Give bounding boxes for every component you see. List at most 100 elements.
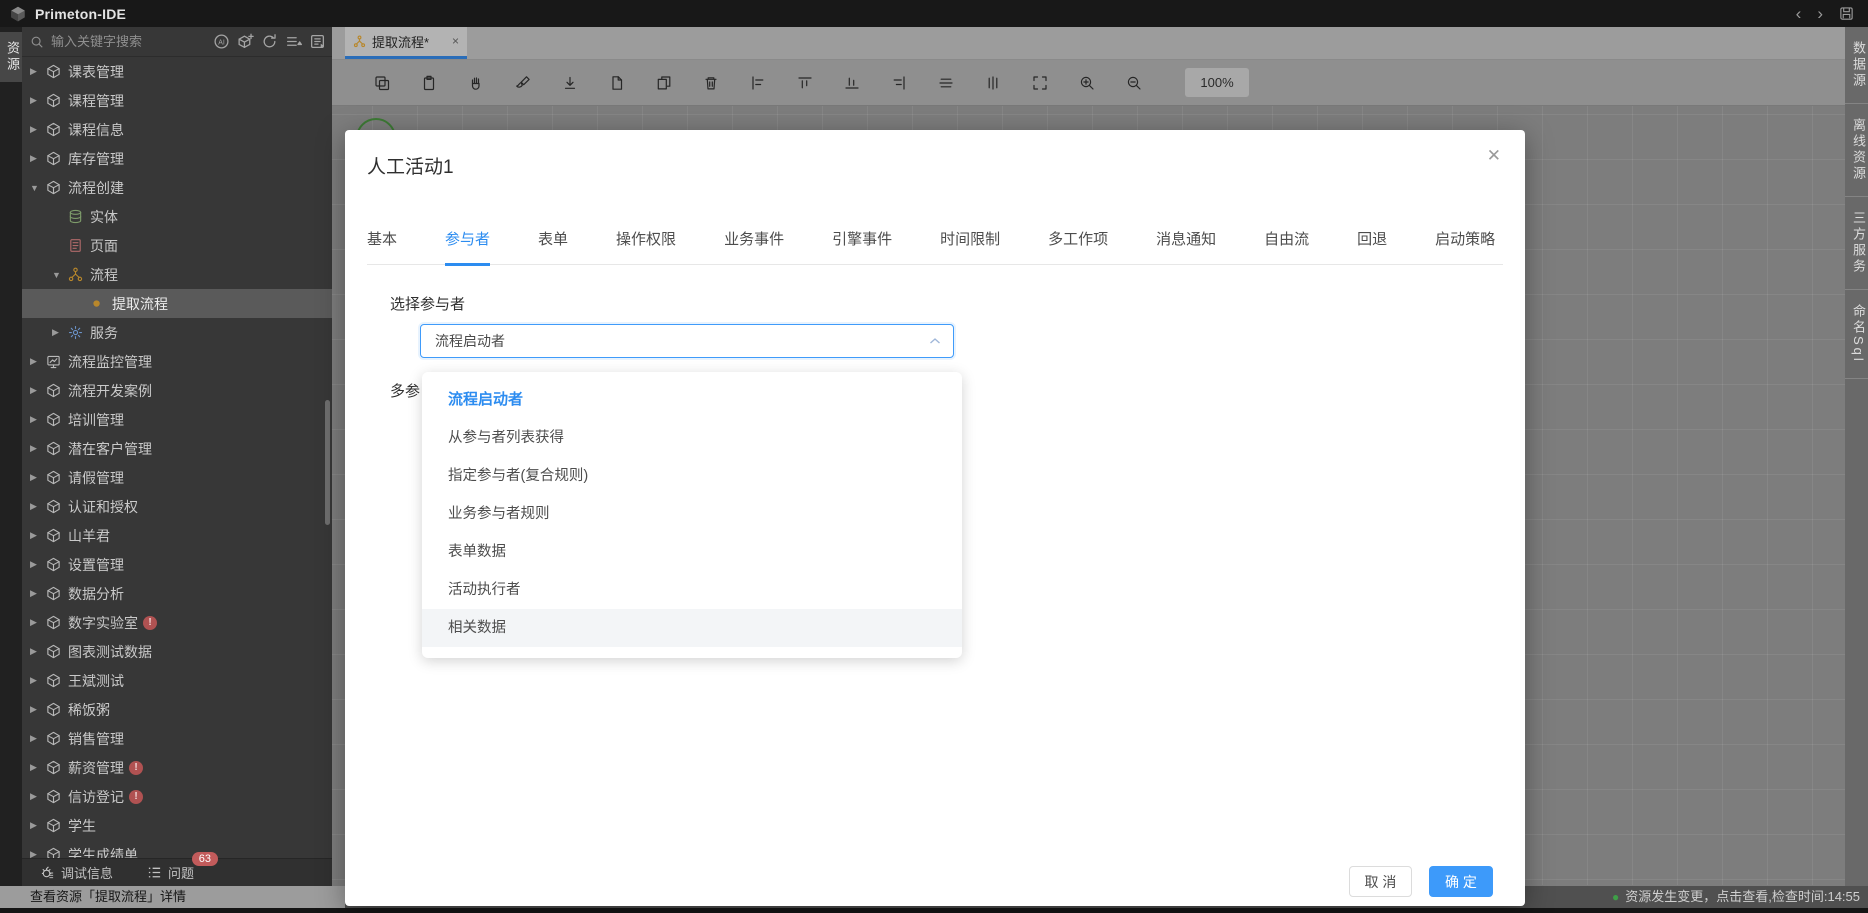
- tree-item-提取流程[interactable]: 提取流程: [22, 289, 332, 318]
- dropdown-option-活动执行者[interactable]: 活动执行者: [422, 571, 962, 609]
- tree-item-设置管理[interactable]: ▶设置管理: [22, 550, 332, 579]
- save-icon[interactable]: [1839, 6, 1854, 21]
- clipboard-icon[interactable]: [419, 73, 438, 92]
- zoom-in-icon[interactable]: [1077, 73, 1096, 92]
- fit-screen-icon[interactable]: [1030, 73, 1049, 92]
- dropdown-option-表单数据[interactable]: 表单数据: [422, 533, 962, 571]
- collapsed-arrow-icon[interactable]: ▶: [30, 153, 46, 164]
- dialog-tab-启动策略[interactable]: 启动策略: [1435, 225, 1495, 265]
- ai-icon[interactable]: AI: [213, 33, 230, 50]
- right-rail-tab-三方服务[interactable]: 三方服务: [1845, 197, 1868, 290]
- status-right-message[interactable]: ●资源发生变更，点击查看,检查时间:14:55: [1612, 886, 1860, 908]
- add-cube-icon[interactable]: [237, 33, 254, 50]
- download-icon[interactable]: [560, 73, 579, 92]
- tree-item-流程开发案例[interactable]: ▶流程开发案例: [22, 376, 332, 405]
- problems-button[interactable]: 问题 63: [147, 863, 194, 882]
- tree-item-课程管理[interactable]: ▶课程管理: [22, 86, 332, 115]
- tree-item-图表测试数据[interactable]: ▶图表测试数据: [22, 637, 332, 666]
- debug-info-button[interactable]: 调试信息: [40, 863, 113, 882]
- dialog-tab-参与者[interactable]: 参与者: [445, 225, 490, 265]
- collapsed-arrow-icon[interactable]: ▶: [30, 617, 46, 628]
- right-rail-tab-命名Sql[interactable]: 命名Sql: [1845, 290, 1868, 379]
- expanded-arrow-icon[interactable]: ▼: [52, 270, 68, 280]
- refresh-icon[interactable]: [261, 33, 278, 50]
- ok-button[interactable]: 确 定: [1429, 866, 1493, 897]
- dialog-tab-自由流[interactable]: 自由流: [1264, 225, 1309, 265]
- collapsed-arrow-icon[interactable]: ▶: [30, 791, 46, 802]
- distribute-h-icon[interactable]: [936, 73, 955, 92]
- right-rail-tab-数据源[interactable]: 数据源: [1845, 27, 1868, 104]
- collapsed-arrow-icon[interactable]: ▶: [30, 762, 46, 773]
- nav-back-icon[interactable]: ‹: [1796, 0, 1802, 27]
- collapsed-arrow-icon[interactable]: ▶: [30, 588, 46, 599]
- tab-close-icon[interactable]: ×: [452, 34, 459, 48]
- tree-item-库存管理[interactable]: ▶库存管理: [22, 144, 332, 173]
- tree-item-流程创建[interactable]: ▼流程创建: [22, 173, 332, 202]
- dropdown-option-流程启动者[interactable]: 流程启动者: [422, 381, 962, 419]
- tree-scrollbar[interactable]: [325, 400, 330, 525]
- dropdown-option-业务参与者规则[interactable]: 业务参与者规则: [422, 495, 962, 533]
- copy-icon[interactable]: [372, 73, 391, 92]
- dialog-tab-引擎事件[interactable]: 引擎事件: [832, 225, 892, 265]
- collapsed-arrow-icon[interactable]: ▶: [30, 443, 46, 454]
- tree-item-潜在客户管理[interactable]: ▶潜在客户管理: [22, 434, 332, 463]
- export-icon[interactable]: [309, 33, 326, 50]
- collapsed-arrow-icon[interactable]: ▶: [30, 414, 46, 425]
- align-left-icon[interactable]: [748, 73, 767, 92]
- brush-icon[interactable]: [513, 73, 532, 92]
- nav-forward-icon[interactable]: ›: [1817, 0, 1823, 27]
- editor-tab-extract-flow[interactable]: 提取流程* ×: [345, 26, 467, 59]
- dialog-tab-表单[interactable]: 表单: [538, 225, 568, 265]
- duplicate-icon[interactable]: [654, 73, 673, 92]
- rail-tab-resources[interactable]: 资源: [0, 32, 22, 82]
- tree-item-数字实验室[interactable]: ▶数字实验室!: [22, 608, 332, 637]
- tree-item-学生[interactable]: ▶学生: [22, 811, 332, 840]
- collapsed-arrow-icon[interactable]: ▶: [30, 472, 46, 483]
- dialog-tab-回退[interactable]: 回退: [1357, 225, 1387, 265]
- trash-icon[interactable]: [701, 73, 720, 92]
- tree-item-销售管理[interactable]: ▶销售管理: [22, 724, 332, 753]
- filter-icon[interactable]: [285, 33, 302, 50]
- dialog-tab-基本[interactable]: 基本: [367, 225, 397, 265]
- zoom-out-icon[interactable]: [1124, 73, 1143, 92]
- dialog-tab-消息通知[interactable]: 消息通知: [1156, 225, 1216, 265]
- align-bottom-icon[interactable]: [842, 73, 861, 92]
- collapsed-arrow-icon[interactable]: ▶: [30, 356, 46, 367]
- zoom-level[interactable]: 100%: [1185, 68, 1249, 97]
- collapsed-arrow-icon[interactable]: ▶: [30, 95, 46, 106]
- dialog-tab-时间限制[interactable]: 时间限制: [940, 225, 1000, 265]
- tree-item-薪资管理[interactable]: ▶薪资管理!: [22, 753, 332, 782]
- tree-item-流程监控管理[interactable]: ▶流程监控管理: [22, 347, 332, 376]
- tree-item-实体[interactable]: 实体: [22, 202, 332, 231]
- dropdown-option-从参与者列表获得[interactable]: 从参与者列表获得: [422, 419, 962, 457]
- tree-item-信访登记[interactable]: ▶信访登记!: [22, 782, 332, 811]
- hand-icon[interactable]: [466, 73, 485, 92]
- dialog-tab-操作权限[interactable]: 操作权限: [616, 225, 676, 265]
- distribute-v-icon[interactable]: [983, 73, 1002, 92]
- collapsed-arrow-icon[interactable]: ▶: [30, 124, 46, 135]
- right-rail-tab-离线资源[interactable]: 离线资源: [1845, 104, 1868, 197]
- tree-item-学生成绩单[interactable]: ▶学生成绩单: [22, 840, 332, 858]
- participant-select[interactable]: 流程启动者: [420, 324, 954, 358]
- align-right-icon[interactable]: [889, 73, 908, 92]
- file-icon[interactable]: [607, 73, 626, 92]
- collapsed-arrow-icon[interactable]: ▶: [30, 559, 46, 570]
- tree-item-稀饭粥[interactable]: ▶稀饭粥: [22, 695, 332, 724]
- tree-item-流程[interactable]: ▼流程: [22, 260, 332, 289]
- tree-item-山羊君[interactable]: ▶山羊君: [22, 521, 332, 550]
- collapsed-arrow-icon[interactable]: ▶: [30, 646, 46, 657]
- expanded-arrow-icon[interactable]: ▼: [30, 183, 46, 193]
- collapsed-arrow-icon[interactable]: ▶: [30, 385, 46, 396]
- collapsed-arrow-icon[interactable]: ▶: [30, 849, 46, 858]
- collapsed-arrow-icon[interactable]: ▶: [30, 675, 46, 686]
- dialog-close-icon[interactable]: ✕: [1487, 146, 1501, 166]
- tree-item-数据分析[interactable]: ▶数据分析: [22, 579, 332, 608]
- tree-item-认证和授权[interactable]: ▶认证和授权: [22, 492, 332, 521]
- tree-item-课程信息[interactable]: ▶课程信息: [22, 115, 332, 144]
- tree-item-王斌测试[interactable]: ▶王斌测试: [22, 666, 332, 695]
- collapsed-arrow-icon[interactable]: ▶: [30, 733, 46, 744]
- collapsed-arrow-icon[interactable]: ▶: [30, 501, 46, 512]
- dropdown-option-相关数据[interactable]: 相关数据: [422, 609, 962, 647]
- dialog-tab-业务事件[interactable]: 业务事件: [724, 225, 784, 265]
- tree-item-课表管理[interactable]: ▶课表管理: [22, 57, 332, 86]
